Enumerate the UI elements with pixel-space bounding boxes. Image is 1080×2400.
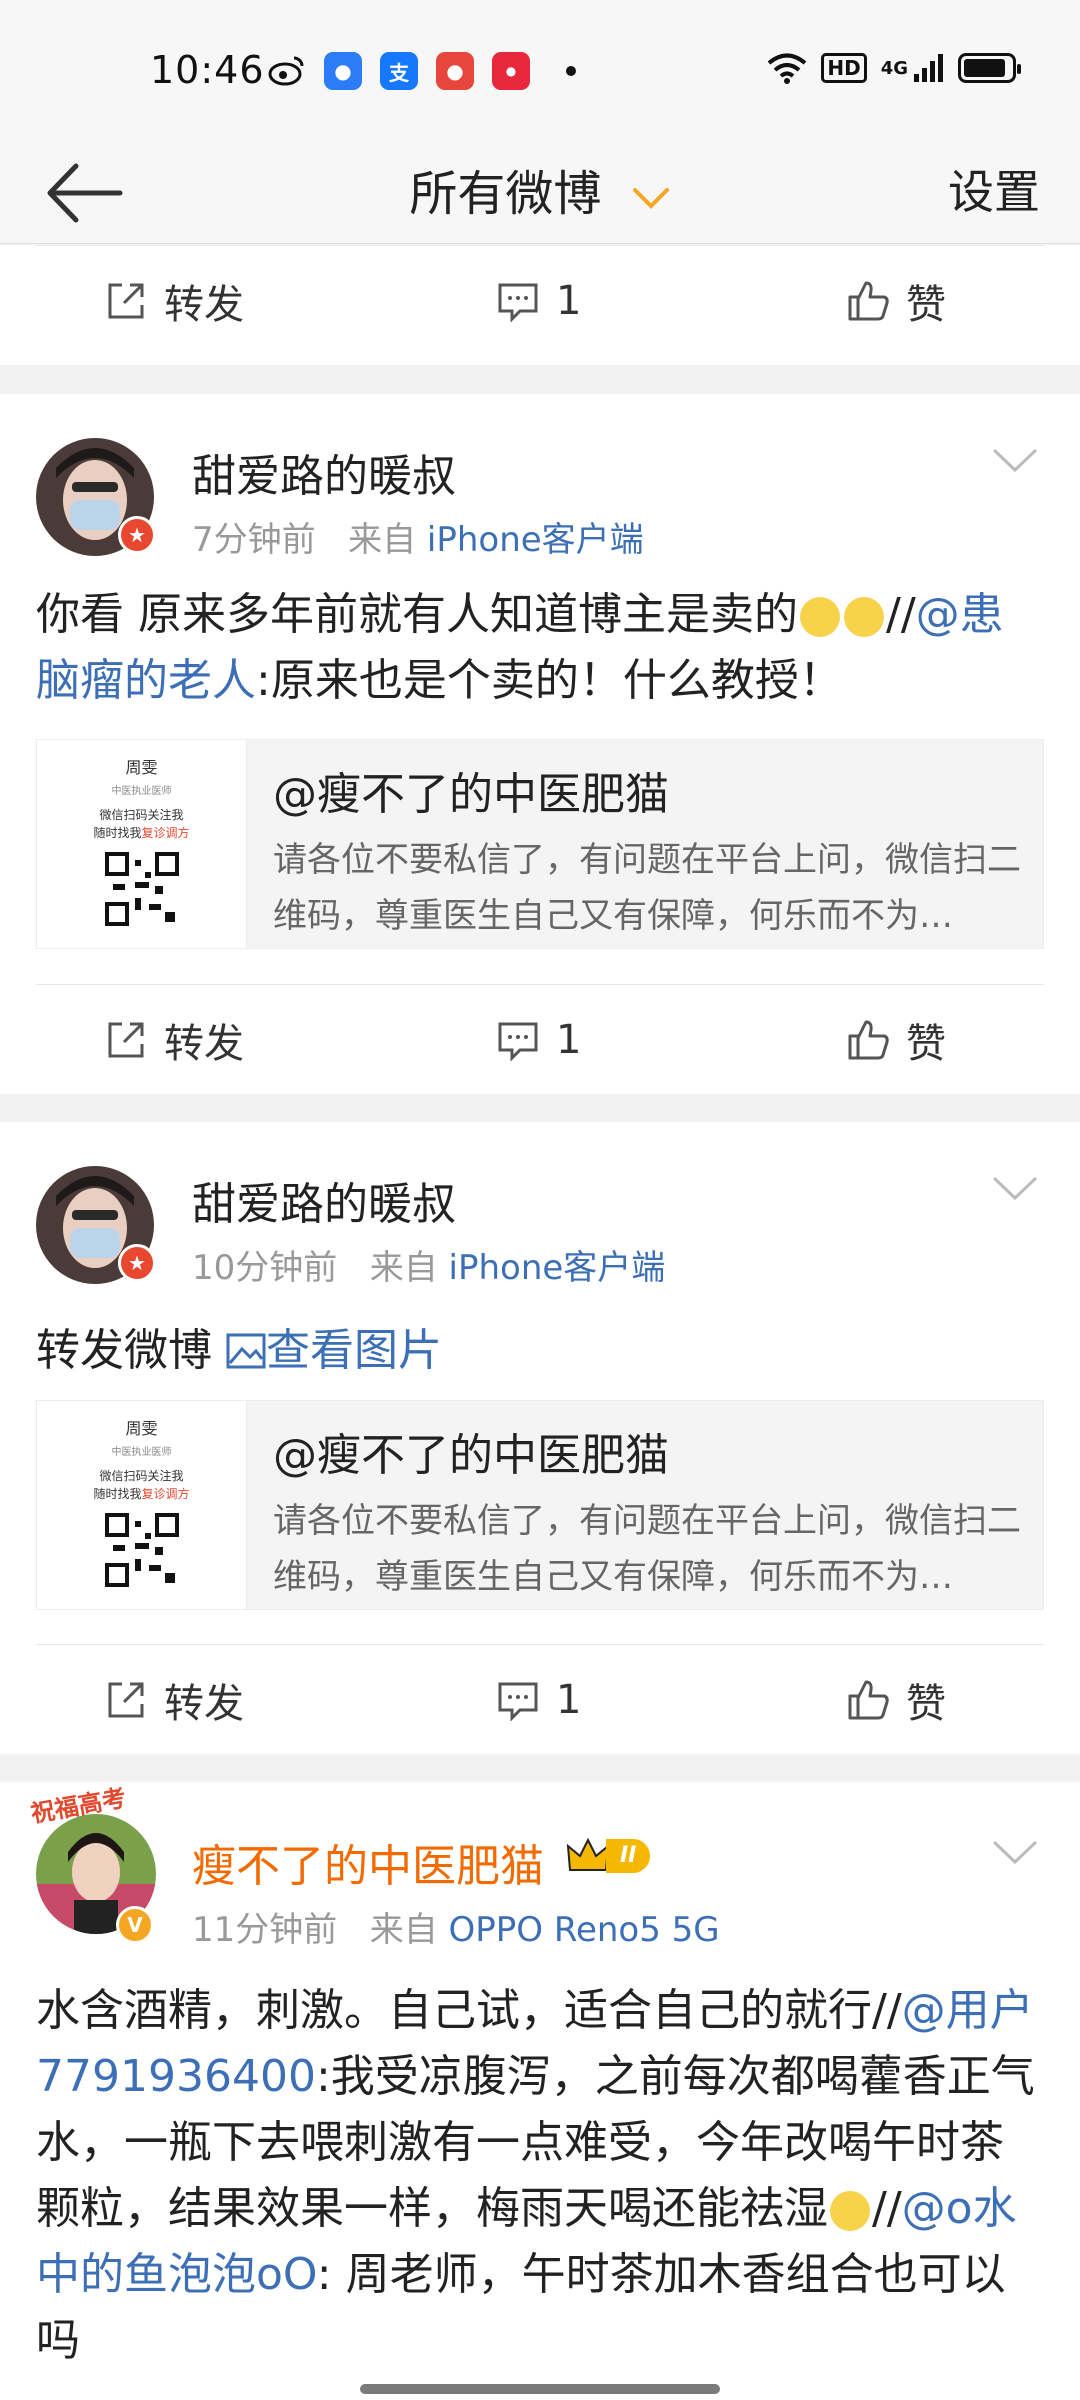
- app-icon-red2: ●: [492, 52, 530, 90]
- thumbs-up-icon: [848, 1680, 889, 1720]
- battery-icon: [958, 53, 1021, 83]
- like-button[interactable]: 赞: [846, 985, 946, 1095]
- verified-badge-icon: ★: [118, 516, 156, 554]
- post-time: 11分钟前: [192, 1910, 338, 1950]
- thinking-emoji-icon: [844, 597, 884, 637]
- post-meta: 7分钟前 来自 iPhone客户端: [192, 520, 644, 560]
- comment-icon: [498, 1682, 538, 1722]
- embed-description: 请各位不要私信了，有问题在平台上问，微信扫二维码，尊重医生自己又有保障，何乐而不…: [273, 1501, 1021, 1597]
- chevron-down-icon[interactable]: [990, 1174, 1040, 1204]
- embed-thumbnail: 周雯 中医执业医师 微信扫码关注我 随时找我复诊调方: [37, 740, 247, 948]
- comment-button[interactable]: 1: [496, 246, 581, 356]
- home-indicator[interactable]: [360, 2384, 720, 2394]
- embedded-post[interactable]: 周雯 中医执业医师 微信扫码关注我 随时找我复诊调方 @瘦不了的中医肥猫 请各位…: [36, 1400, 1044, 1610]
- post-text: 转发微博 查看图片: [36, 1325, 442, 1376]
- feed-card: 祝福高考 V 瘦不了的中医肥猫 II 11分钟前 来自 OPPO Reno5 5…: [0, 1782, 1080, 2400]
- post-source[interactable]: iPhone客户端: [427, 520, 644, 560]
- post-text: 你看 原来多年前就有人知道博主是卖的//@患脑瘤的老人:原来也是个卖的！什么教授…: [36, 589, 1004, 706]
- username[interactable]: 瘦不了的中医肥猫: [192, 1830, 544, 1894]
- laugh-cry-emoji-icon: [830, 2191, 870, 2231]
- repost-button[interactable]: 转发: [104, 985, 244, 1095]
- feed-filter-dropdown[interactable]: 所有微博: [0, 154, 1080, 224]
- like-button[interactable]: 赞: [846, 246, 946, 356]
- vip-crown-icon[interactable]: II: [566, 1836, 651, 1876]
- qr-code-icon: [105, 1513, 179, 1587]
- notification-icons: ● 支 ● ●: [268, 52, 576, 90]
- action-row: 转发 1 赞: [36, 1644, 1044, 1754]
- system-icons: HD 4G: [767, 52, 1021, 84]
- action-row: 转发 1 赞: [36, 245, 1044, 355]
- embed-thumbnail: 周雯 中医执业医师 微信扫码关注我 随时找我复诊调方: [37, 1401, 247, 1609]
- wifi-icon: [768, 53, 807, 84]
- settings-button[interactable]: 设置: [948, 156, 1040, 222]
- post-meta: 11分钟前 来自 OPPO Reno5 5G: [192, 1910, 720, 1950]
- post-source[interactable]: OPPO Reno5 5G: [449, 1910, 720, 1950]
- comment-button[interactable]: 1: [496, 985, 581, 1095]
- image-icon: [226, 1333, 266, 1369]
- embed-title: @瘦不了的中医肥猫: [273, 1430, 669, 1481]
- repost-icon: [108, 1682, 144, 1718]
- feed-card: ★ 甜爱路的暖叔 7分钟前 来自 iPhone客户端 你看 原来多年前就有人知道…: [0, 394, 1080, 1094]
- embedded-post[interactable]: 周雯 中医执业医师 微信扫码关注我 随时找我复诊调方 @瘦不了的中医肥猫 请各位…: [36, 739, 1044, 949]
- repost-button[interactable]: 转发: [104, 1645, 244, 1755]
- network-type: 4G: [880, 57, 908, 79]
- post-source[interactable]: iPhone客户端: [449, 1248, 666, 1288]
- chevron-down-icon: [632, 188, 669, 209]
- verified-badge-icon: ★: [118, 1244, 156, 1282]
- status-time: 10:46: [150, 48, 265, 92]
- weibo-icon: [268, 56, 304, 86]
- chevron-down-icon[interactable]: [990, 446, 1040, 476]
- app-icon-blue: ●: [324, 52, 362, 90]
- app-icon-red: ●: [436, 52, 474, 90]
- feed-card: ★ 甜爱路的暖叔 10分钟前 来自 iPhone客户端 转发微博 查看图片 周雯…: [0, 1122, 1080, 1754]
- feed-card: 转发 1 赞: [0, 245, 1080, 365]
- action-row: 转发 1 赞: [36, 984, 1044, 1094]
- qr-code-icon: [105, 852, 179, 926]
- post-time: 7分钟前: [192, 520, 316, 560]
- verified-badge-icon: V: [116, 1906, 154, 1944]
- username[interactable]: 甜爱路的暖叔: [192, 1168, 456, 1232]
- thinking-emoji-icon: [800, 597, 840, 637]
- post-text: 水含酒精，刺激。自己试，适合自己的就行//@用户7791936400:我受凉腹泻…: [36, 1985, 1035, 2366]
- post-meta: 10分钟前 来自 iPhone客户端: [192, 1248, 666, 1288]
- comment-icon: [498, 283, 538, 323]
- post-time: 10分钟前: [192, 1248, 338, 1288]
- repost-icon: [108, 283, 144, 319]
- embed-title: @瘦不了的中医肥猫: [273, 769, 669, 820]
- more-notifications-dot: [566, 66, 576, 76]
- page-title: 所有微博: [409, 166, 602, 222]
- nav-bar: 所有微博 设置: [0, 140, 1080, 244]
- like-button[interactable]: 赞: [846, 1645, 946, 1755]
- username[interactable]: 甜爱路的暖叔: [192, 440, 456, 504]
- status-bar: 10:46 ● 支 ● ● HD 4G: [0, 0, 1080, 140]
- comment-icon: [498, 1022, 538, 1062]
- repost-icon: [108, 1022, 144, 1058]
- comment-button[interactable]: 1: [496, 1645, 581, 1755]
- hd-icon: HD: [821, 53, 867, 83]
- chevron-down-icon[interactable]: [990, 1838, 1040, 1868]
- thumbs-up-icon: [848, 281, 889, 321]
- embed-description: 请各位不要私信了，有问题在平台上问，微信扫二维码，尊重医生自己又有保障，何乐而不…: [273, 840, 1021, 936]
- view-image-link[interactable]: 查看图片: [226, 1325, 442, 1376]
- alipay-icon: 支: [380, 52, 418, 90]
- repost-button[interactable]: 转发: [104, 246, 244, 356]
- signal-icon: [914, 54, 943, 82]
- thumbs-up-icon: [848, 1020, 889, 1060]
